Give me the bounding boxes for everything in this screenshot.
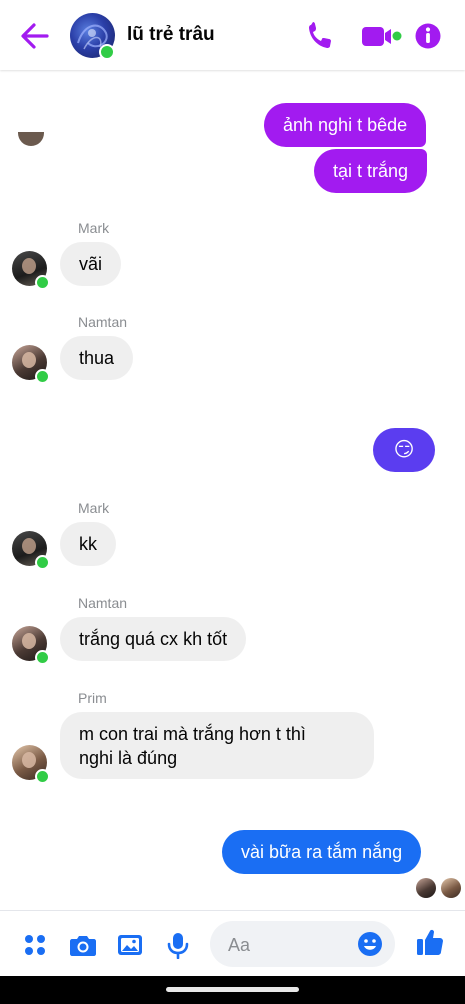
composer-bar [0, 910, 465, 977]
sender-name: Prim [78, 690, 107, 706]
online-status-dot [99, 44, 115, 60]
online-status-dot [35, 369, 50, 384]
message-text-line: nghi là đúng [79, 748, 178, 768]
online-status-dot [35, 555, 50, 570]
system-navigation-bar [0, 976, 465, 1004]
thumbs-up-icon[interactable] [415, 927, 445, 957]
message-bubble-emoji[interactable]: 😏 [373, 428, 435, 472]
online-status-dot [35, 650, 50, 665]
microphone-icon[interactable] [164, 931, 192, 959]
message-bubble-incoming[interactable]: thua [60, 336, 134, 380]
online-status-dot [35, 769, 50, 784]
four-dots-menu-icon[interactable] [21, 931, 49, 959]
phone-icon[interactable] [306, 20, 334, 52]
message-bubble-incoming[interactable]: m con trai mà trắng hơn t thì nghi là đú… [60, 712, 374, 779]
message-text-line: m con trai mà trắng hơn t thì [79, 724, 306, 744]
info-icon[interactable] [414, 20, 442, 52]
back-arrow-icon[interactable] [20, 22, 50, 50]
home-indicator[interactable] [166, 987, 299, 992]
emoji-icon[interactable] [357, 931, 383, 957]
avatar [18, 132, 44, 146]
sender-name: Mark [78, 220, 110, 236]
chat-title[interactable]: lũ trẻ trâu [127, 24, 215, 46]
message-bubble-incoming[interactable]: vãi [60, 242, 122, 286]
seen-avatar [416, 878, 436, 898]
chat-header: lũ trẻ trâu [0, 0, 465, 70]
message-input[interactable] [226, 932, 350, 958]
message-list[interactable]: ảnh nghi t bêde tại t trắng Mark vãi Nam… [0, 70, 465, 910]
sender-name: Namtan [78, 595, 128, 611]
camera-icon[interactable] [69, 931, 97, 959]
message-bubble-incoming[interactable]: trắng quá cx kh tốt [60, 617, 247, 661]
sender-name: Mark [78, 500, 110, 516]
message-bubble-outgoing[interactable]: tại t trắng [314, 149, 428, 193]
message-bubble-outgoing[interactable]: ảnh nghi t bêde [264, 103, 427, 147]
online-status-dot [35, 275, 50, 290]
seen-avatar [441, 878, 461, 898]
image-gallery-icon[interactable] [116, 931, 144, 959]
message-bubble-incoming[interactable]: kk [60, 522, 116, 566]
video-camera-icon[interactable] [360, 20, 404, 52]
message-bubble-outgoing[interactable]: vài bữa ra tắm nắng [222, 830, 422, 874]
sender-name: Namtan [78, 314, 128, 330]
message-input-container[interactable] [210, 921, 395, 967]
